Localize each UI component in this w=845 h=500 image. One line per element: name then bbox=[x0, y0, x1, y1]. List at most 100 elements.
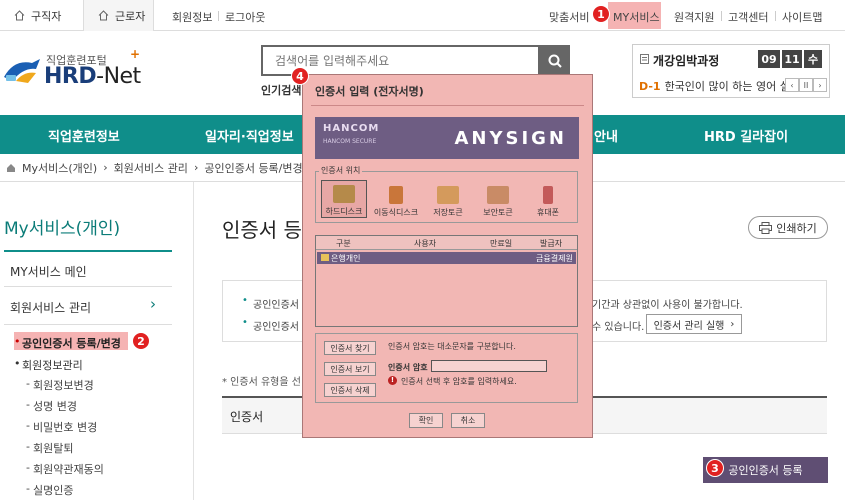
sitemap-link[interactable]: 사이트맵 bbox=[782, 9, 822, 25]
home-icon bbox=[14, 10, 25, 21]
breadcrumb-item[interactable]: 회원서비스 관리 bbox=[114, 160, 188, 176]
popular-search-label: 인기검색 bbox=[261, 84, 302, 97]
sidebar-item-main[interactable]: MY서비스 메인 bbox=[10, 263, 87, 280]
chevron-right-icon: › bbox=[730, 318, 735, 330]
pause-icon[interactable]: II bbox=[799, 78, 813, 92]
logout-link[interactable]: 로그아웃 bbox=[225, 9, 265, 25]
col-type: 구분 bbox=[336, 239, 351, 248]
warning-text: 인증서 선택 후 암호를 입력하세요. bbox=[401, 377, 517, 386]
cert-icon bbox=[321, 254, 329, 261]
cert-manager-label: 인증서 관리 실행 bbox=[653, 320, 725, 332]
site-logo[interactable]: HRD-Net bbox=[44, 64, 141, 89]
step-marker-4: 4 bbox=[291, 67, 309, 85]
location-harddisk[interactable]: 하드디스크 bbox=[321, 180, 367, 218]
sidebar-item-member-mgmt[interactable]: 회원서비스 관리 bbox=[10, 299, 91, 316]
view-cert-button[interactable]: 인증서 보기 bbox=[324, 362, 376, 376]
divider bbox=[193, 182, 194, 500]
token-icon bbox=[437, 186, 459, 204]
cancel-button[interactable]: 취소 bbox=[451, 413, 485, 428]
col-issuer: 발급자 bbox=[540, 239, 563, 248]
cert-action-area: 인증서 찾기 인증서 보기 인증서 삭제 인증서 암호는 대소문자를 구분합니다… bbox=[315, 333, 578, 403]
dash: - bbox=[26, 461, 30, 474]
cert-list-row[interactable]: 은행개인 금융결제원 bbox=[317, 252, 576, 264]
hancom-brand: HANCOM bbox=[323, 123, 380, 134]
nav-jobs-info[interactable]: 일자리·직업정보 bbox=[205, 126, 294, 145]
sidebar-item-cert-reg[interactable]: 공인인증서 등록/변경 bbox=[22, 335, 121, 351]
prev-icon[interactable]: ‹ bbox=[785, 78, 799, 92]
dash: - bbox=[26, 419, 30, 432]
custom-service-link[interactable]: 맞춤서비 bbox=[549, 9, 589, 25]
remote-support-link[interactable]: 원격지원 bbox=[674, 9, 714, 25]
print-button[interactable]: 인쇄하기 bbox=[748, 216, 828, 239]
bullet: • bbox=[14, 335, 21, 348]
info-text-1a: 공인인증서 bbox=[253, 300, 299, 311]
ok-button[interactable]: 확인 bbox=[409, 413, 443, 428]
sidebar-subitem[interactable]: 회원약관재동의 bbox=[33, 461, 104, 477]
tab-worker[interactable]: 근로자 bbox=[84, 0, 154, 31]
member-info-link[interactable]: 회원정보 bbox=[172, 9, 212, 25]
location-phone[interactable]: 휴대폰 bbox=[525, 180, 571, 218]
location-label: 이동식디스크 bbox=[373, 208, 419, 217]
nav-guide[interactable]: 안내 bbox=[594, 126, 618, 145]
sidebar-subitem[interactable]: 실명인증 bbox=[33, 482, 73, 498]
cert-manager-button[interactable]: 인증서 관리 실행 › bbox=[646, 314, 742, 334]
sidebar-subitem[interactable]: 성명 변경 bbox=[33, 398, 77, 414]
nav-hrd-guide[interactable]: HRD 길라잡이 bbox=[704, 126, 788, 145]
logo-plus-icon: + bbox=[130, 47, 141, 61]
divider bbox=[775, 11, 776, 21]
upcoming-course-title: 개강임박과정 bbox=[653, 54, 720, 68]
sidebar-item-member-info-mgmt[interactable]: 회원정보관리 bbox=[22, 357, 83, 373]
location-label: 보안토큰 bbox=[483, 208, 513, 217]
info-text-1b: 기간과 상관없이 사용이 불가합니다. bbox=[592, 300, 743, 311]
tab-jobseeker[interactable]: 구직자 bbox=[0, 0, 84, 31]
phone-icon bbox=[543, 186, 553, 204]
date-month: 09 bbox=[758, 50, 780, 68]
dash: - bbox=[26, 440, 30, 453]
upcoming-course-link[interactable]: D-1 한국인이 많이 하는 영어 실... bbox=[639, 78, 800, 94]
anysign-banner: HANCOM HANCOM SECURE ANYSIGN bbox=[315, 117, 579, 159]
customer-center-link[interactable]: 고객센터 bbox=[728, 9, 768, 25]
location-storage-token[interactable]: 저장토큰 bbox=[425, 180, 471, 218]
chevron-right-icon: › bbox=[103, 161, 108, 174]
sidebar-subitem[interactable]: 회원정보변경 bbox=[33, 377, 94, 393]
divider bbox=[4, 324, 172, 325]
home-icon bbox=[98, 10, 109, 21]
table-header-cert: 인증서 bbox=[230, 410, 264, 424]
bullet: • bbox=[14, 357, 21, 370]
sidebar-subitem[interactable]: 회원탈퇴 bbox=[33, 440, 73, 456]
search-button[interactable] bbox=[540, 45, 570, 76]
location-security-token[interactable]: 보안토큰 bbox=[475, 180, 521, 218]
password-label: 인증서 암호 bbox=[388, 363, 428, 372]
next-icon[interactable]: › bbox=[813, 78, 827, 92]
breadcrumb-item[interactable]: My서비스(개인) bbox=[22, 160, 97, 176]
my-service-link[interactable]: MY서비스 bbox=[613, 9, 660, 25]
breadcrumb-item[interactable]: 공인인증서 등록/변경 bbox=[204, 160, 302, 176]
step-marker-3: 3 bbox=[706, 459, 724, 477]
bullet: • bbox=[242, 295, 248, 306]
delete-cert-button[interactable]: 인증서 삭제 bbox=[324, 383, 376, 397]
nav-training-info[interactable]: 직업훈련정보 bbox=[48, 126, 120, 145]
date-day: 11 bbox=[782, 50, 802, 68]
chevron-right-icon: › bbox=[193, 161, 199, 174]
document-icon bbox=[640, 54, 649, 64]
divider bbox=[721, 11, 722, 21]
cert-list: 구분 사용자 만료일 발급자 은행개인 금융결제원 bbox=[315, 235, 578, 327]
col-user: 사용자 bbox=[414, 239, 437, 248]
hrd-net-logo-icon bbox=[4, 59, 40, 83]
cert-row-type: 은행개인 bbox=[331, 254, 361, 263]
anysign-product: ANYSIGN bbox=[454, 128, 567, 149]
location-label: 하드디스크 bbox=[325, 207, 363, 216]
find-cert-button[interactable]: 인증서 찾기 bbox=[324, 341, 376, 355]
location-removable[interactable]: 이동식디스크 bbox=[373, 180, 419, 218]
cert-list-header: 구분 사용자 만료일 발급자 bbox=[316, 236, 577, 250]
cert-row-issuer: 금융결제원 bbox=[536, 254, 573, 263]
info-text-2a: 공인인증서 bbox=[253, 322, 299, 333]
sidebar-subitem[interactable]: 비밀번호 변경 bbox=[33, 419, 97, 435]
printer-icon bbox=[759, 221, 773, 234]
password-input[interactable] bbox=[431, 360, 547, 372]
bullet: • bbox=[242, 317, 248, 328]
cert-type-note: * 인증서 유형을 선 bbox=[222, 377, 301, 388]
usb-drive-icon bbox=[389, 186, 403, 204]
page-title: 인증서 등 bbox=[222, 218, 302, 242]
divider bbox=[4, 250, 172, 252]
